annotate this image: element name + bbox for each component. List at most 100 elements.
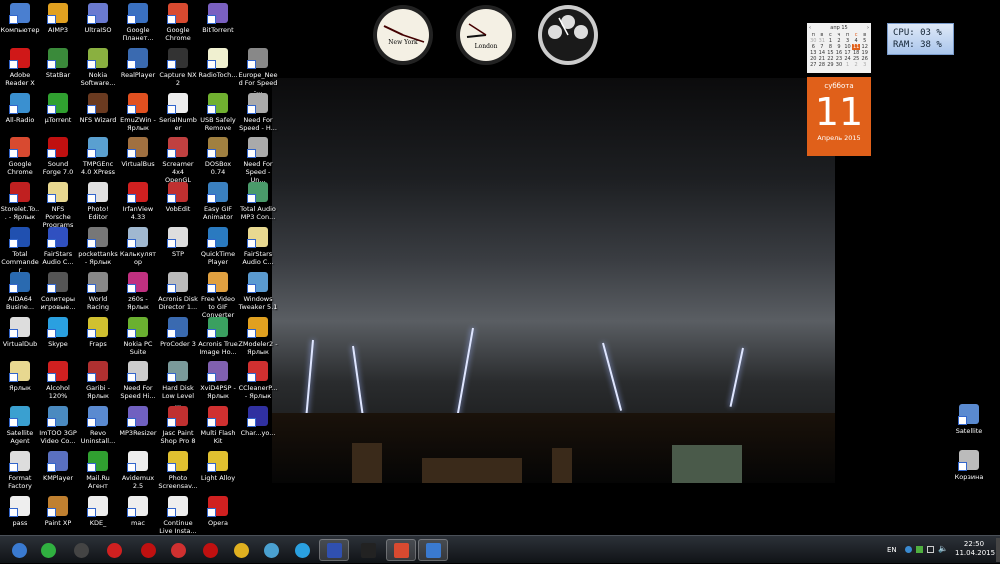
calendar-day-cell[interactable]: 1	[843, 62, 852, 68]
desktop-icon[interactable]: Hard Disk Low Level ...	[158, 361, 198, 408]
desktop-icon[interactable]: Компьютер	[0, 3, 40, 34]
desktop-icon[interactable]: Acronis True Image Ho...	[198, 316, 238, 356]
desktop-icon[interactable]: All-Radio	[0, 92, 40, 124]
desktop-icon[interactable]: Capture NX 2	[158, 47, 198, 87]
desktop-icon[interactable]: Paint XP	[38, 495, 78, 527]
desktop-icon[interactable]: Europe_Need For Speed -...	[238, 47, 278, 95]
clock-new-york[interactable]: New York	[372, 4, 434, 66]
calendar-day-cell[interactable]: 3	[860, 62, 869, 68]
desktop-icon[interactable]: AIDA64 Busine...	[0, 271, 40, 311]
language-indicator[interactable]: EN	[887, 546, 897, 554]
desktop-icon[interactable]: RadioToch...	[198, 47, 238, 79]
desktop-icon[interactable]: Alcohol 120%	[38, 361, 78, 400]
desktop-icon[interactable]: STP	[158, 227, 198, 258]
desktop-icon[interactable]: Multi Flash Kit	[198, 406, 238, 445]
desktop-icon[interactable]: QuickTime Player	[198, 227, 238, 266]
desktop-icon[interactable]: Opera	[198, 495, 238, 527]
taskbar-garibi-button[interactable]	[101, 539, 127, 561]
taskbar-start-button[interactable]	[6, 539, 32, 561]
network-globe-icon[interactable]	[905, 546, 912, 553]
desktop-icon[interactable]: Photo! Editor	[78, 182, 118, 221]
desktop-icon[interactable]: pockettanks - Ярлык	[78, 227, 118, 266]
desktop-icon[interactable]: z60s - Ярлык	[118, 271, 158, 311]
desktop-icon[interactable]: Format Factory	[0, 451, 40, 490]
taskbar-total-commander-button[interactable]	[319, 539, 349, 561]
desktop-icon[interactable]: Adobe Reader X	[0, 47, 40, 87]
desktop-icon[interactable]: CCleanerP... - Ярлык	[238, 361, 278, 400]
desktop-icon[interactable]: Acronis Disk Director 1...	[158, 271, 198, 311]
desktop-icon[interactable]: KMPlayer	[38, 451, 78, 482]
desktop-icon[interactable]: XviD4PSP - Ярлык	[198, 361, 238, 400]
desktop-icon[interactable]: Satellite Agent	[0, 406, 40, 445]
desktop-icon[interactable]: Char...yo...	[238, 406, 278, 437]
calendar-day-cell[interactable]: 27	[809, 62, 818, 68]
show-desktop-button[interactable]	[996, 538, 1000, 562]
desktop-icon[interactable]: Nokia Software...	[78, 47, 118, 87]
desktop-icon[interactable]: Корзина	[949, 450, 989, 481]
desktop-icon[interactable]: Total Audio MP3 Con...	[238, 182, 278, 221]
taskbar-light-alloy-button[interactable]	[418, 539, 448, 561]
clock-chrono[interactable]	[537, 4, 599, 66]
desktop-icon[interactable]: Total Commander	[0, 227, 40, 274]
desktop-icon[interactable]: IrfanView 4.33	[118, 182, 158, 221]
desktop-icon[interactable]: Free Video to GIF Converter	[198, 271, 238, 319]
desktop-icon[interactable]: Windows Tweaker 5.1	[238, 271, 278, 311]
clock-london[interactable]: London	[455, 4, 517, 66]
desktop-icon[interactable]: VirtualBus	[118, 137, 158, 168]
taskbar-opera-button[interactable]	[197, 539, 223, 561]
taskbar-aimp-button[interactable]	[228, 539, 254, 561]
desktop-icon[interactable]: DOSBox 0.74	[198, 137, 238, 176]
desktop-icon[interactable]: Google Chrome	[0, 137, 40, 176]
calendar-day-cell[interactable]: 28	[818, 62, 827, 68]
volume-icon[interactable]: 🔈	[938, 544, 948, 553]
desktop-icon[interactable]: Light Alloy	[198, 451, 238, 482]
calendar-prev[interactable]: ‹	[809, 25, 811, 31]
calendar-day-cell[interactable]: 29	[826, 62, 835, 68]
desktop-icon[interactable]: Avidemux 2.5	[118, 451, 158, 490]
desktop-icon[interactable]: Screamer 4x4 OpenGL	[158, 137, 198, 184]
desktop-icon[interactable]: Need For Speed - H...	[238, 92, 278, 132]
desktop-icon[interactable]: Google Планет...	[118, 3, 158, 42]
desktop-icon[interactable]: World Racing	[78, 271, 118, 311]
desktop-icon[interactable]: Калькулятор	[118, 227, 158, 266]
desktop-icon[interactable]: KDE_	[78, 495, 118, 527]
desktop-icon[interactable]: SerialNumber	[158, 92, 198, 132]
taskbar-cmd-button[interactable]	[355, 539, 381, 561]
desktop-icon[interactable]: mac	[118, 495, 158, 527]
desktop-icon[interactable]: Easy GIF Animator	[198, 182, 238, 221]
desktop-icon[interactable]: µTorrent	[38, 92, 78, 124]
desktop-icon[interactable]: Continue Live Insta...	[158, 495, 198, 535]
desktop-icon[interactable]: Fraps	[78, 316, 118, 348]
desktop-icon[interactable]: ProCoder 3	[158, 316, 198, 348]
desktop-icon[interactable]: UltraISO	[78, 3, 118, 34]
desktop-icon[interactable]: Jasc Paint Shop Pro 8	[158, 406, 198, 445]
desktop-icon[interactable]: BitTorrent	[198, 3, 238, 34]
desktop-icon[interactable]: Need For Speed Hi...	[118, 361, 158, 400]
desktop-icon[interactable]: NFS Wizard	[78, 92, 118, 124]
desktop-icon[interactable]: EmuZWin - Ярлык	[118, 92, 158, 132]
desktop-icon[interactable]: ImTOO 3GP Video Co...	[38, 406, 78, 445]
desktop-icon[interactable]: USB Safely Remove	[198, 92, 238, 132]
desktop-icon[interactable]: Skype	[38, 316, 78, 348]
desktop-icon[interactable]: ZModeler2 - Ярлык	[238, 316, 278, 356]
desktop-icon[interactable]: MP3Resizer	[118, 406, 158, 437]
taskbar-skype-button[interactable]	[289, 539, 315, 561]
desktop-icon[interactable]: RealPlayer	[118, 47, 158, 79]
desktop-icon[interactable]: Need For Speed - Un...	[238, 137, 278, 184]
desktop-icon[interactable]: Photo Screensav...	[158, 451, 198, 490]
desktop-icon[interactable]: StatBar	[38, 47, 78, 79]
taskbar-mail-agent-button[interactable]	[35, 539, 61, 561]
calendar-day-cell[interactable]: 30	[835, 62, 844, 68]
taskbar-capture-nx2-button[interactable]	[68, 539, 94, 561]
update-icon[interactable]	[916, 546, 923, 553]
desktop-icon[interactable]: Sound Forge 7.0	[38, 137, 78, 176]
desktop-icon[interactable]: NFS Porsche Programs	[38, 182, 78, 229]
action-center-icon[interactable]	[927, 546, 934, 553]
desktop-icon[interactable]: pass	[0, 495, 40, 527]
desktop-icon[interactable]: TMPGEnc 4.0 XPress	[78, 137, 118, 176]
calendar-gadget[interactable]: ‹ апр 15 › п в с ч п с в 30 31 1 2 3 4 5 6 7 8 9 10 11 12 13 1…	[807, 23, 871, 156]
desktop-icon[interactable]: Storelet.To... - Ярлык	[0, 182, 40, 221]
desktop-icon[interactable]: Google Chrome	[158, 3, 198, 42]
desktop-icon[interactable]: Garibi - Ярлык	[78, 361, 118, 400]
desktop-icon[interactable]: VirtualDub	[0, 316, 40, 348]
